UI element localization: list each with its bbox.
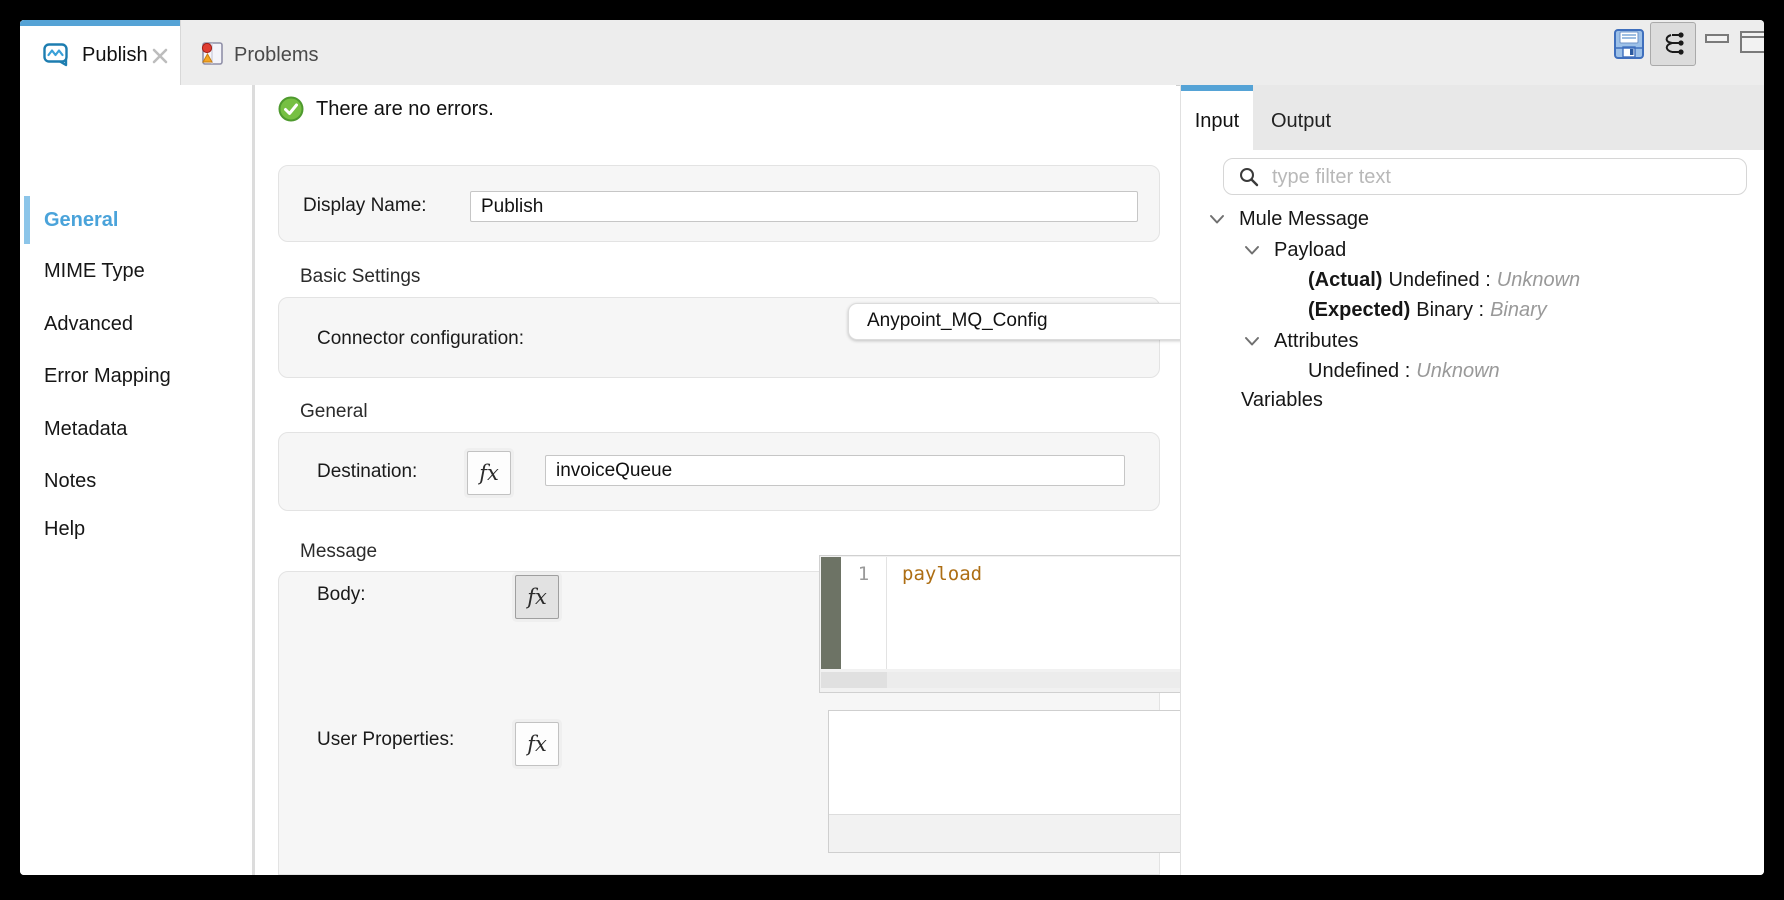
filter-search-box[interactable]: [1223, 158, 1747, 195]
tab-input-label: Input: [1181, 110, 1253, 133]
show-tree-view-button[interactable]: [1650, 22, 1696, 66]
save-icon[interactable]: [1613, 28, 1645, 60]
tab-publish-label: Publish: [82, 44, 148, 67]
chevron-down-icon[interactable]: [1209, 204, 1227, 216]
tree-item-text: Undefined :: [1308, 360, 1410, 382]
editor-gutter: [821, 557, 841, 669]
user-properties-fx-button[interactable]: fx: [515, 722, 559, 766]
search-icon: [1238, 166, 1260, 188]
tab-input[interactable]: Input: [1181, 85, 1253, 150]
chevron-down-icon[interactable]: [1244, 235, 1262, 247]
connector-configuration-label: Connector configuration:: [317, 328, 524, 350]
tree-item-text: Binary :: [1416, 299, 1484, 321]
sidebar-item-general[interactable]: General: [44, 205, 118, 235]
body-fx-button[interactable]: fx: [515, 575, 559, 619]
basic-settings-title: Basic Settings: [300, 266, 420, 288]
sidebar-item-notes[interactable]: Notes: [44, 466, 96, 496]
sidebar-item-metadata[interactable]: Metadata: [44, 414, 127, 444]
problems-icon: [198, 39, 226, 67]
message-section-title: Message: [300, 541, 377, 563]
tab-problems[interactable]: Problems: [180, 20, 365, 85]
tree-item-payload-expected[interactable]: (Expected) Binary : Binary: [1308, 295, 1547, 325]
user-properties-label: User Properties:: [317, 729, 454, 751]
datasense-panel: Input Output Mule Message Payload (Actua…: [1180, 85, 1764, 875]
minimize-icon[interactable]: [1705, 34, 1729, 43]
properties-main-panel: There are no errors. Display Name: Basic…: [255, 85, 1176, 875]
tree-item-prefix: (Actual): [1308, 269, 1382, 291]
editor-tab-bar: Publish Problems: [20, 20, 1764, 86]
chevron-down-icon[interactable]: [1244, 326, 1262, 338]
tree-item-attributes[interactable]: Attributes: [1244, 326, 1358, 356]
display-name-input[interactable]: [470, 191, 1138, 222]
screenshot-frame: Publish Problems: [0, 0, 1784, 900]
tree-item-text: Undefined :: [1388, 269, 1490, 291]
tree-item-payload[interactable]: Payload: [1244, 235, 1346, 265]
maximize-icon-bar: [1742, 36, 1764, 38]
no-errors-check-icon: [278, 96, 304, 122]
sidebar-item-advanced[interactable]: Advanced: [44, 309, 133, 339]
tree-item-attributes-type[interactable]: Undefined : Unknown: [1308, 356, 1500, 386]
active-item-indicator: [24, 196, 30, 244]
destination-fx-button[interactable]: fx: [467, 451, 511, 495]
maximize-icon[interactable]: [1740, 31, 1764, 53]
tree-item-label: Variables: [1241, 389, 1323, 411]
input-output-tab-bar: Input Output: [1181, 85, 1764, 150]
tab-problems-label: Problems: [234, 44, 318, 67]
tree-item-label: Mule Message: [1239, 208, 1369, 230]
display-name-label: Display Name:: [303, 195, 427, 217]
status-message: There are no errors.: [316, 96, 494, 122]
sidebar-item-help[interactable]: Help: [44, 514, 85, 544]
filter-search-input[interactable]: [1270, 162, 1734, 192]
tree-item-label: Payload: [1274, 239, 1346, 261]
tree-item-variables[interactable]: Variables: [1241, 385, 1323, 415]
scrollbar-thumb[interactable]: [821, 672, 887, 688]
sidebar-item-mime-type[interactable]: MIME Type: [44, 256, 145, 286]
destination-label: Destination:: [317, 461, 417, 483]
tree-item-type: Binary: [1490, 299, 1547, 321]
destination-input[interactable]: [545, 455, 1125, 486]
tree-item-payload-actual[interactable]: (Actual) Undefined : Unknown: [1308, 265, 1580, 295]
tree-item-label: Attributes: [1274, 330, 1358, 352]
tree-view-icon: [1659, 30, 1687, 58]
tree-item-prefix: (Expected): [1308, 299, 1410, 321]
properties-sidebar: General MIME Type Advanced Error Mapping…: [20, 85, 255, 875]
tree-item-mule-message[interactable]: Mule Message: [1209, 204, 1369, 234]
connector-configuration-value: Anypoint_MQ_Config: [867, 310, 1048, 332]
mule-message-icon: [42, 41, 70, 69]
tree-item-type: Unknown: [1416, 360, 1499, 382]
tab-output-label: Output: [1253, 110, 1349, 133]
body-label: Body:: [317, 584, 366, 606]
general-section-title: General: [300, 401, 368, 423]
close-icon[interactable]: [150, 46, 170, 66]
sidebar-item-error-mapping[interactable]: Error Mapping: [44, 361, 171, 391]
app-window: Publish Problems: [20, 20, 1764, 875]
editor-line-number: 1: [841, 557, 887, 669]
tab-output[interactable]: Output: [1253, 85, 1349, 150]
active-tab-accent-strip: [20, 20, 180, 26]
tree-item-type: Unknown: [1497, 269, 1580, 291]
input-tab-accent-strip: [1181, 85, 1253, 91]
tab-publish[interactable]: Publish: [20, 20, 181, 85]
